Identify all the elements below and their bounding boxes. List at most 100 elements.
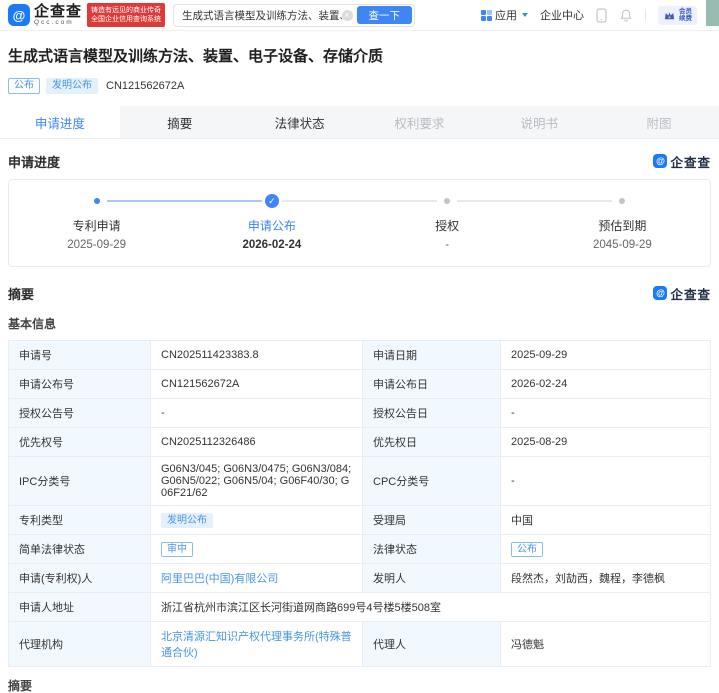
field-value: CN2025112326486 — [151, 428, 363, 457]
field-label: IPC分类号 — [9, 457, 151, 506]
type-badge: 发明公布 — [46, 78, 98, 94]
field-label: 授权公告日 — [363, 399, 501, 428]
step-dot-icon — [619, 198, 625, 204]
table-row: 代理机构 北京清源汇知识产权代理事务所(特殊普通合伙) 代理人 冯德魁 — [9, 622, 711, 667]
field-label: 申请公布日 — [363, 370, 501, 399]
field-value: 中国 — [501, 506, 711, 535]
field-label: 代理机构 — [9, 622, 151, 667]
application-timeline: 专利申请 2025-09-29 ✓ 申请公布 2026-02-24 授权 - 预… — [8, 179, 711, 267]
qcc-mini-logo-icon: @ — [653, 154, 667, 168]
qcc-brand-badge: @ 企查查 — [653, 152, 711, 171]
field-value: 北京清源汇知识产权代理事务所(特殊普通合伙) — [151, 622, 363, 667]
tab-figures[interactable]: 附图 — [599, 106, 719, 138]
tab-description[interactable]: 说明书 — [479, 106, 599, 138]
field-label: 授权公告号 — [9, 399, 151, 428]
search-button[interactable]: 查一下 — [357, 6, 413, 24]
main-content: 申请进度 @ 企查查 专利申请 2025-09-29 ✓ 申请公布 2026-0… — [0, 151, 719, 693]
tab-summary[interactable]: 摘要 — [120, 106, 240, 138]
field-label: 优先权日 — [363, 428, 501, 457]
tab-claims[interactable]: 权利要求 — [359, 106, 479, 138]
status-badge: 公布 — [8, 78, 40, 94]
field-value: 2026-02-24 — [501, 370, 711, 399]
field-label: 申请号 — [9, 341, 151, 370]
qcc-mini-logo-icon: @ — [653, 286, 667, 300]
edge-cutoff-element — [706, 0, 719, 26]
step-check-icon: ✓ — [265, 194, 279, 208]
publication-number: CN121562672A — [106, 80, 184, 92]
applicant-link[interactable]: 阿里巴巴(中国)有限公司 — [161, 573, 278, 585]
field-label: 专利类型 — [9, 506, 151, 535]
basic-info-table: 申请号 CN202511423383.8 申请日期 2025-09-29 申请公… — [8, 340, 711, 667]
field-value: CN121562672A — [151, 370, 363, 399]
step-dot-icon — [94, 198, 100, 204]
field-label: 申请(专利权)人 — [9, 564, 151, 593]
field-label: 法律状态 — [363, 535, 501, 564]
table-row: 申请人地址 浙江省杭州市滨江区长河街道网商路699号4号楼5楼508室 — [9, 593, 711, 622]
field-value: - — [151, 399, 363, 428]
tab-application-progress[interactable]: 申请进度 — [0, 106, 120, 138]
timeline-step-grant: 授权 - — [360, 194, 535, 251]
bell-icon[interactable] — [619, 8, 633, 23]
field-value: 公布 — [501, 535, 711, 564]
search-bar: × 查一下 — [173, 4, 415, 27]
field-value: 浙江省杭州市滨江区长河街道网商路699号4号楼5楼508室 — [151, 593, 711, 622]
field-label: CPC分类号 — [363, 457, 501, 506]
tab-bar: 申请进度 摘要 法律状态 权利要求 说明书 附图 — [0, 106, 719, 139]
top-nav: 应用 企业中心 会员 续费 — [481, 6, 711, 25]
field-label: 申请人地址 — [9, 593, 151, 622]
field-label: 申请公布号 — [9, 370, 151, 399]
table-row: 优先权号 CN2025112326486 优先权日 2025-08-29 — [9, 428, 711, 457]
table-row: 申请公布号 CN121562672A 申请公布日 2026-02-24 — [9, 370, 711, 399]
brand-domain: Qcc.com — [34, 19, 82, 26]
table-row: IPC分类号 G06N3/045; G06N3/0475; G06N3/084;… — [9, 457, 711, 506]
qcc-logo-icon: @ — [8, 4, 30, 26]
apps-menu[interactable]: 应用 — [481, 7, 528, 23]
progress-section-title: 申请进度 — [8, 152, 60, 171]
abstract-title: 摘要 — [8, 677, 711, 693]
legal-status-badge: 公布 — [511, 542, 543, 557]
patent-header: 生成式语言模型及训练方法、装置、电子设备、存储介质 公布 发明公布 CN1215… — [0, 31, 719, 106]
qcc-brand-badge: @ 企查查 — [653, 284, 711, 303]
field-value: 2025-08-29 — [501, 428, 711, 457]
table-row: 授权公告号 - 授权公告日 - — [9, 399, 711, 428]
field-value: - — [501, 399, 711, 428]
field-label: 优先权号 — [9, 428, 151, 457]
tab-legal-status[interactable]: 法律状态 — [240, 106, 360, 138]
clear-search-icon[interactable]: × — [342, 10, 353, 21]
divider — [645, 9, 646, 21]
field-value: 段然杰，刘劼西，魏程，李德枫 — [501, 564, 711, 593]
enterprise-center-link[interactable]: 企业中心 — [540, 7, 584, 23]
table-row: 简单法律状态 审中 法律状态 公布 — [9, 535, 711, 564]
timeline-step-estimated-expiry: 预估到期 2045-09-29 — [535, 194, 710, 251]
mobile-app-icon[interactable] — [596, 8, 607, 23]
apps-grid-icon — [481, 10, 492, 21]
field-label: 简单法律状态 — [9, 535, 151, 564]
top-bar: @ 企查查 Qcc.com 铸造有远见的商业传奇 全国企业信用查询系统 × 查一… — [0, 0, 719, 31]
search-input[interactable] — [182, 9, 342, 21]
field-label: 发明人 — [363, 564, 501, 593]
field-value: G06N3/045; G06N3/0475; G06N3/084; G06N5/… — [151, 457, 363, 506]
field-label: 代理人 — [363, 622, 501, 667]
basic-info-title: 基本信息 — [8, 315, 711, 332]
field-value: - — [501, 457, 711, 506]
chevron-down-icon — [522, 13, 528, 17]
page-title: 生成式语言模型及训练方法、装置、电子设备、存储介质 — [8, 45, 711, 66]
qcc-logo[interactable]: @ 企查查 Qcc.com 铸造有远见的商业传奇 全国企业信用查询系统 — [8, 3, 165, 27]
table-row: 申请号 CN202511423383.8 申请日期 2025-09-29 — [9, 341, 711, 370]
agency-link[interactable]: 北京清源汇知识产权代理事务所(特殊普通合伙) — [161, 631, 352, 659]
timeline-step-filing: 专利申请 2025-09-29 — [9, 194, 184, 251]
patent-type-badge: 发明公布 — [161, 513, 213, 528]
summary-section-title: 摘要 — [8, 284, 34, 303]
field-label: 申请日期 — [363, 341, 501, 370]
step-dot-icon — [444, 198, 450, 204]
field-value: CN202511423383.8 — [151, 341, 363, 370]
field-value: 审中 — [151, 535, 363, 564]
brand-name: 企查查 — [34, 4, 82, 19]
field-value: 2025-09-29 — [501, 341, 711, 370]
crown-icon — [663, 9, 676, 22]
field-label: 受理局 — [363, 506, 501, 535]
vip-renew-button[interactable]: 会员 续费 — [658, 6, 697, 25]
table-row: 申请(专利权)人 阿里巴巴(中国)有限公司 发明人 段然杰，刘劼西，魏程，李德枫 — [9, 564, 711, 593]
field-value: 阿里巴巴(中国)有限公司 — [151, 564, 363, 593]
table-row: 专利类型 发明公布 受理局 中国 — [9, 506, 711, 535]
